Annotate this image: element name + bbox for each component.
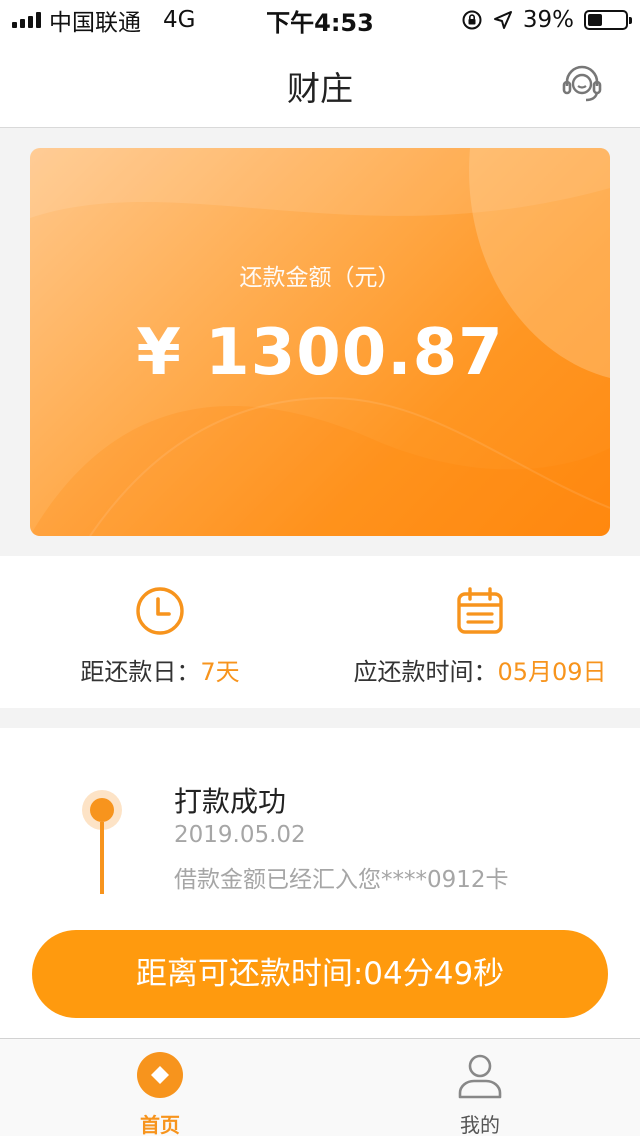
tab-bar: 首页 我的 bbox=[0, 1038, 640, 1136]
nav-bar: 财庄 bbox=[0, 40, 640, 128]
user-icon bbox=[458, 1054, 502, 1099]
battery-fill bbox=[588, 14, 603, 26]
date-label: 应还款时间： bbox=[353, 658, 498, 686]
battery-percent: 39% bbox=[522, 7, 574, 33]
headset-icon[interactable] bbox=[560, 62, 604, 106]
countdown-button[interactable]: 距离可还款时间:04分49秒 bbox=[32, 930, 608, 1018]
days-remaining: 距还款日：7天 bbox=[0, 556, 320, 708]
carrier-name: 中国联通 bbox=[49, 10, 141, 36]
calendar-icon bbox=[457, 587, 503, 634]
days-label: 距还款日： bbox=[80, 658, 201, 686]
repayment-info: 距还款日：7天 应还款时间：05月09日 bbox=[0, 556, 640, 708]
date-value: 05月09日 bbox=[497, 658, 607, 686]
amount-label: 还款金额（元） bbox=[239, 265, 401, 291]
orientation-lock-icon bbox=[462, 10, 482, 30]
step-description: 借款金额已经汇入您****0912卡 bbox=[174, 867, 509, 893]
timeline-line bbox=[100, 822, 104, 894]
progress-section: 打款成功 2019.05.02 借款金额已经汇入您****0912卡 距离可还款… bbox=[0, 728, 640, 1038]
timeline-dot bbox=[90, 798, 114, 822]
repayment-card: 还款金额（元） ¥ 1300.87 bbox=[30, 148, 610, 536]
battery-icon bbox=[584, 10, 632, 30]
tab-mine-label: 我的 bbox=[460, 1113, 500, 1136]
date-text: 应还款时间：05月09日 bbox=[320, 652, 640, 687]
days-text: 距还款日：7天 bbox=[0, 652, 320, 687]
amount-value: ¥ 1300.87 bbox=[136, 316, 504, 390]
network-type: 4G bbox=[163, 7, 196, 33]
signal-icon bbox=[12, 12, 41, 28]
tab-home[interactable]: 首页 bbox=[0, 1039, 320, 1136]
status-bar: 中国联通 4G 下午4:53 39% bbox=[0, 0, 640, 40]
tab-home-label: 首页 bbox=[140, 1113, 180, 1136]
status-left: 中国联通 4G bbox=[12, 3, 195, 37]
page-title: 财庄 bbox=[287, 69, 353, 108]
location-icon bbox=[493, 11, 512, 29]
tab-mine[interactable]: 我的 bbox=[320, 1039, 640, 1136]
clock-icon bbox=[136, 587, 184, 635]
step-title: 打款成功 bbox=[174, 785, 287, 818]
due-date: 应还款时间：05月09日 bbox=[320, 556, 640, 708]
days-value: 7天 bbox=[200, 658, 240, 686]
status-right: 39% bbox=[461, 7, 632, 33]
step-date: 2019.05.02 bbox=[174, 822, 306, 848]
home-icon bbox=[137, 1052, 183, 1098]
